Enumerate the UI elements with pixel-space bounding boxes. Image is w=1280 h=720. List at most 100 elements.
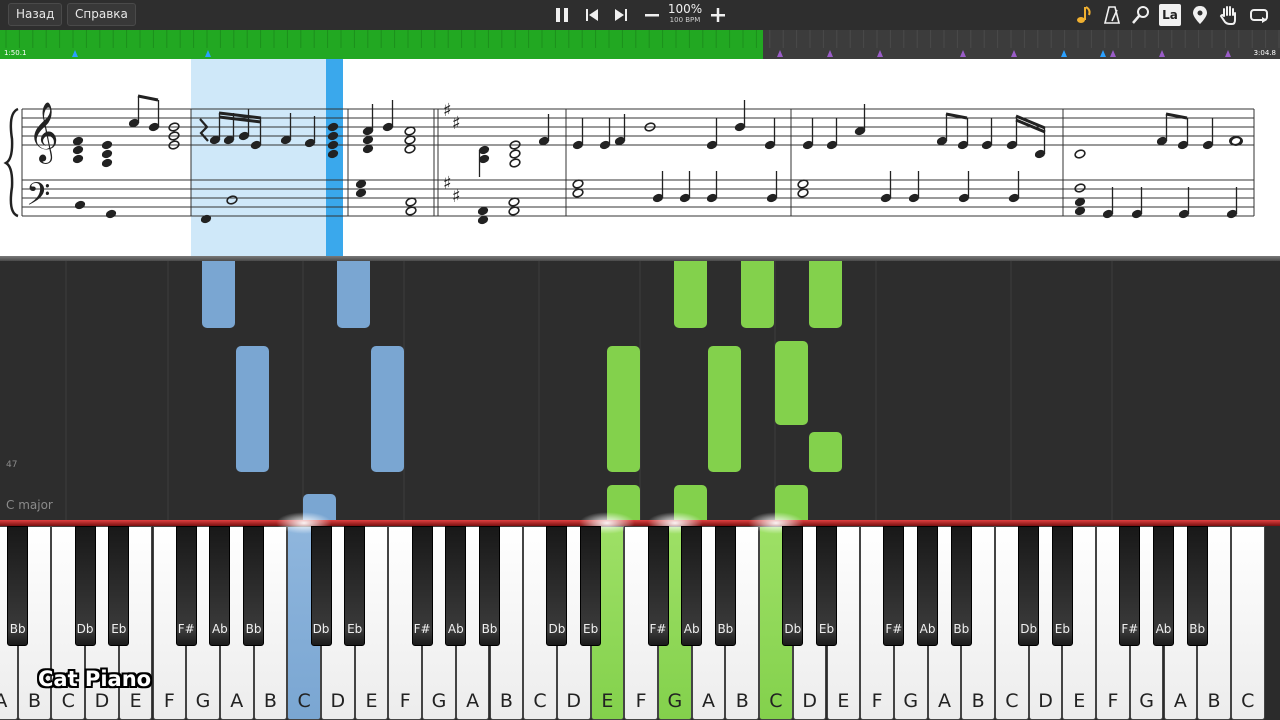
key-label: F# bbox=[885, 622, 903, 636]
black-key-bb[interactable]: Bb bbox=[479, 526, 500, 646]
white-key-c[interactable]: C bbox=[1230, 526, 1265, 720]
key-label: B bbox=[499, 690, 513, 712]
timeline-marker bbox=[1225, 50, 1231, 57]
key-label: F bbox=[871, 690, 883, 712]
note-head bbox=[105, 209, 117, 219]
pause-icon[interactable] bbox=[551, 4, 573, 26]
back-button[interactable]: Назад bbox=[8, 3, 63, 26]
falling-note bbox=[236, 346, 269, 472]
piano-keyboard[interactable]: A B C D E F G A B C D E F G A B C D E F G A B C D E F G A B C D E F G A B C Bb… bbox=[0, 512, 1280, 720]
black-key-eb[interactable]: Eb bbox=[1051, 526, 1073, 646]
note-head bbox=[74, 200, 86, 210]
falling-note bbox=[708, 346, 741, 472]
black-key-eb[interactable]: Eb bbox=[344, 526, 366, 646]
black-key-eb[interactable]: Eb bbox=[816, 526, 837, 646]
measure-number: 47 bbox=[6, 460, 18, 470]
timeline-marker bbox=[1159, 50, 1165, 57]
note-head bbox=[101, 149, 113, 159]
label-mode-text: La bbox=[1162, 8, 1178, 22]
key-label: F bbox=[399, 690, 411, 712]
location-icon[interactable] bbox=[1189, 4, 1211, 26]
key-label: D bbox=[802, 690, 817, 712]
tempo-value: 100 BPM bbox=[669, 16, 701, 24]
black-key-eb[interactable]: Eb bbox=[108, 526, 130, 646]
black-key-db[interactable]: Db bbox=[782, 526, 804, 646]
key-label: B bbox=[971, 690, 985, 712]
note-head bbox=[72, 154, 84, 164]
key-signature-label: C major bbox=[6, 498, 53, 512]
timeline-marker bbox=[72, 50, 78, 57]
key-label: Db bbox=[1020, 622, 1038, 636]
black-key-db[interactable]: Db bbox=[74, 526, 96, 646]
falling-note bbox=[607, 346, 640, 472]
minus-icon[interactable] bbox=[641, 4, 663, 26]
current-measure-highlight bbox=[191, 59, 343, 256]
help-button[interactable]: Справка bbox=[67, 3, 136, 26]
key-label: Ab bbox=[919, 622, 936, 636]
black-key-db[interactable]: Db bbox=[310, 526, 332, 646]
black-key-bb[interactable]: Bb bbox=[7, 526, 29, 646]
black-key-ab[interactable]: Ab bbox=[209, 526, 231, 646]
falling-notes-area: 47 C major bbox=[0, 261, 1280, 524]
black-key-db[interactable]: Db bbox=[1018, 526, 1040, 646]
key-label: G bbox=[431, 690, 447, 712]
key-label: D bbox=[94, 690, 110, 712]
black-key-bb[interactable]: Bb bbox=[1186, 526, 1208, 646]
key-label: E bbox=[837, 690, 850, 712]
black-key-ab[interactable]: Ab bbox=[1153, 526, 1174, 646]
skip-back-icon[interactable] bbox=[581, 4, 603, 26]
key-label: B bbox=[735, 690, 749, 712]
label-icon[interactable]: La bbox=[1159, 4, 1181, 26]
note-head bbox=[509, 158, 521, 168]
hand-icon[interactable] bbox=[1218, 4, 1240, 26]
magnifier-icon[interactable] bbox=[1130, 4, 1152, 26]
key-label: Ab bbox=[447, 622, 464, 636]
loop-icon[interactable] bbox=[1248, 4, 1270, 26]
key-label: Bb bbox=[481, 622, 498, 636]
note-head bbox=[101, 140, 113, 150]
treble-clef: 𝄞 bbox=[28, 102, 59, 164]
black-key-f-sharp[interactable]: F# bbox=[883, 526, 905, 646]
falling-note bbox=[809, 432, 842, 472]
key-label: F# bbox=[413, 622, 431, 636]
note-bars bbox=[65, 261, 1113, 524]
skip-forward-icon[interactable] bbox=[610, 4, 632, 26]
black-key-ab[interactable]: Ab bbox=[445, 526, 467, 646]
black-key-db[interactable]: Db bbox=[546, 526, 568, 646]
black-key-f-sharp[interactable]: F# bbox=[647, 526, 669, 646]
key-label: F# bbox=[1121, 622, 1139, 636]
black-key-ab[interactable]: Ab bbox=[681, 526, 703, 646]
black-key-bb[interactable]: Bb bbox=[950, 526, 972, 646]
key-label: Bb bbox=[953, 622, 970, 636]
plus-icon[interactable] bbox=[707, 4, 729, 26]
key-label: Eb bbox=[1054, 622, 1070, 636]
key-label: A bbox=[1173, 690, 1187, 712]
song-timeline[interactable]: 1:50.1 3:04.8 bbox=[0, 30, 1280, 59]
black-key-bb[interactable]: Bb bbox=[714, 526, 736, 646]
black-key-f-sharp[interactable]: F# bbox=[175, 526, 197, 646]
key-label: D bbox=[1038, 690, 1053, 712]
key-label: C bbox=[61, 690, 75, 712]
key-label: A bbox=[230, 690, 244, 712]
falling-note bbox=[674, 261, 707, 328]
key-label: Eb bbox=[111, 622, 127, 636]
key-label: C bbox=[1241, 690, 1255, 712]
metronome-icon[interactable] bbox=[1101, 4, 1123, 26]
black-key-eb[interactable]: Eb bbox=[580, 526, 602, 646]
black-key-f-sharp[interactable]: F# bbox=[1119, 526, 1141, 646]
key-label: C bbox=[533, 690, 547, 712]
bass-clef: 𝄢 bbox=[26, 176, 50, 220]
key-label: C bbox=[297, 690, 311, 712]
note-icon[interactable] bbox=[1072, 4, 1094, 26]
channel-watermark: Cat Piano bbox=[38, 667, 152, 691]
key-label: Ab bbox=[683, 622, 700, 636]
black-key-f-sharp[interactable]: F# bbox=[411, 526, 433, 646]
black-key-bb[interactable]: Bb bbox=[243, 526, 265, 646]
black-key-ab[interactable]: Ab bbox=[917, 526, 939, 646]
key-label: Bb bbox=[717, 622, 734, 636]
key-sharp-treble-2: ♯ bbox=[452, 113, 461, 134]
key-label: A bbox=[702, 690, 716, 712]
falling-note bbox=[371, 346, 404, 472]
keys[interactable]: A B C D E F G A B C D E F G A B C D E F G A B C D E F G A B C D E F G A B C Bb… bbox=[0, 512, 1280, 720]
timeline-marker bbox=[1100, 50, 1106, 57]
